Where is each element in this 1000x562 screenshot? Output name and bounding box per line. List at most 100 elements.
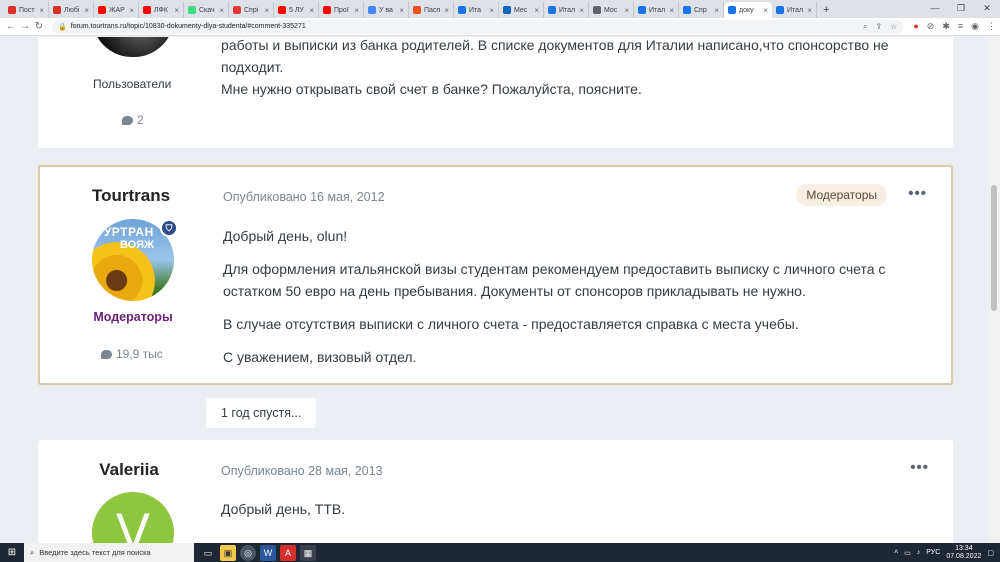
reload-icon[interactable]: ↻ [32,21,46,32]
task-view-icon[interactable]: ▭ [200,545,216,561]
lock-icon: 🔒 [58,23,67,31]
close-tab-icon[interactable]: × [714,6,719,15]
zoom-icon[interactable]: ⌕ [863,22,867,32]
notification-icon[interactable]: ▢ [987,549,994,557]
tab-label: Спрі [244,6,259,14]
close-tab-icon[interactable]: × [129,6,134,15]
clock[interactable]: 13:34 07.08.2022 [946,545,981,561]
close-tab-icon[interactable]: × [264,6,269,15]
close-tab-icon[interactable]: × [669,6,674,15]
back-icon[interactable]: ← [4,21,18,32]
browser-tab[interactable]: Пасп × [409,2,454,18]
user-avatar[interactable] [92,37,174,57]
puzzle-icon[interactable]: ✱ [942,21,950,32]
favicon-icon [188,6,196,14]
favicon-icon [368,6,376,14]
close-tab-icon[interactable]: × [579,6,584,15]
favicon-icon [683,6,691,14]
browser-tab[interactable]: Любі × [49,2,94,18]
chrome-icon[interactable]: ◎ [240,544,256,561]
browser-tab[interactable]: У ва × [364,2,409,18]
browser-tab[interactable]: Скач × [184,2,229,18]
share-icon[interactable]: ⇪ [875,22,882,32]
shield-icon: ⛉ [160,219,178,237]
close-tab-icon[interactable]: × [174,6,179,15]
new-tab-button[interactable]: + [823,2,829,18]
close-window-icon[interactable]: ✕ [974,0,1000,16]
author-name[interactable]: Tourtrans [71,186,191,206]
browser-tab[interactable]: 5 ЛУ × [274,2,319,18]
browser-tab[interactable]: Спрі × [229,2,274,18]
forward-icon[interactable]: → [18,21,32,32]
close-tab-icon[interactable]: × [219,6,224,15]
close-tab-icon[interactable]: × [399,6,404,15]
bookmark-star-icon[interactable]: ☆ [890,22,897,32]
app-icon[interactable]: ▦ [300,544,316,561]
battery-icon[interactable]: ▭ [904,549,911,557]
post-count[interactable]: 2 [122,113,144,127]
browser-tab[interactable]: Мос × [589,2,634,18]
author-name[interactable]: Valeriia [69,460,189,480]
post-date[interactable]: Опубликовано 16 мая, 2012 [223,190,385,204]
browser-tab[interactable]: Итал × [772,2,817,18]
minimize-icon[interactable]: — [922,0,948,16]
file-explorer-icon[interactable]: ▣ [220,544,236,561]
restore-icon[interactable]: ❐ [948,0,974,16]
acrobat-icon[interactable]: A [280,544,296,561]
close-tab-icon[interactable]: × [39,6,44,15]
browser-tab[interactable]: Прої × [319,2,364,18]
close-tab-icon[interactable]: × [309,6,314,15]
media-icon[interactable]: ≡ [958,21,963,32]
close-tab-icon[interactable]: × [444,6,449,15]
close-tab-icon[interactable]: × [534,6,539,15]
post-menu-icon[interactable]: ••• [910,459,929,476]
extension-icon[interactable]: ● [913,21,918,32]
browser-tab[interactable]: ЖАР × [94,2,139,18]
browser-tab[interactable]: доку × [724,2,772,18]
paragraph: Для оформления итальянской визы студента… [223,261,886,299]
close-tab-icon[interactable]: × [807,6,812,15]
windows-start-icon[interactable]: ⊞ [0,547,24,558]
browser-tab[interactable]: Пост × [4,2,49,18]
chevron-up-icon[interactable]: ˄ [894,549,898,556]
tab-label: Спр [694,6,707,14]
volume-icon[interactable]: ♪ [917,549,921,556]
scrollbar-thumb[interactable] [991,185,997,311]
address-bar[interactable]: 🔒 forum.tourtrans.ru/topic/10830-dokumen… [52,19,904,34]
adblock-icon[interactable]: ⊘ [927,21,935,32]
close-tab-icon[interactable]: × [354,6,359,15]
favicon-icon [728,6,736,14]
favicon-icon [278,6,286,14]
tab-label: Скач [199,6,215,14]
post-body: работы и выписки из банка родителей. В с… [221,37,889,97]
comment-icon [122,115,133,125]
post-body: Добрый день, olun! Для оформления италья… [223,225,943,368]
user-avatar[interactable]: V [92,492,174,543]
close-tab-icon[interactable]: × [624,6,629,15]
tab-label: ЛФК [154,6,168,14]
word-icon[interactable]: W [260,544,276,561]
browser-tab[interactable]: Ита × [454,2,499,18]
favicon-icon [233,6,241,14]
browser-tab[interactable]: Спр × [679,2,724,18]
menu-icon[interactable]: ⋮ [987,21,996,32]
post-count[interactable]: 19,9 тыс [101,347,163,361]
browser-tab[interactable]: Итал × [544,2,589,18]
taskbar-search[interactable]: ⌕ Введите здесь текст для поиска [24,543,194,562]
profile-icon[interactable]: ◉ [971,21,979,32]
post-menu-icon[interactable]: ••• [908,185,927,202]
browser-tab[interactable]: Итал × [634,2,679,18]
browser-tab[interactable]: Мес × [499,2,544,18]
tab-label: Итал [649,6,666,14]
post-date[interactable]: Опубликовано 28 мая, 2013 [221,464,383,478]
post-card: работы и выписки из банка родителей. В с… [38,37,953,148]
language-indicator[interactable]: РУС [926,549,940,556]
favicon-icon [458,6,466,14]
close-tab-icon[interactable]: × [763,6,768,15]
page-scrollbar[interactable] [988,37,1000,543]
post-card-moderator: Tourtrans Опубликовано 16 мая, 2012 Моде… [38,165,953,385]
close-tab-icon[interactable]: × [489,6,494,15]
close-tab-icon[interactable]: × [84,6,89,15]
browser-tab[interactable]: ЛФК × [139,2,184,18]
url-text: forum.tourtrans.ru/topic/10830-dokumenty… [70,23,306,30]
